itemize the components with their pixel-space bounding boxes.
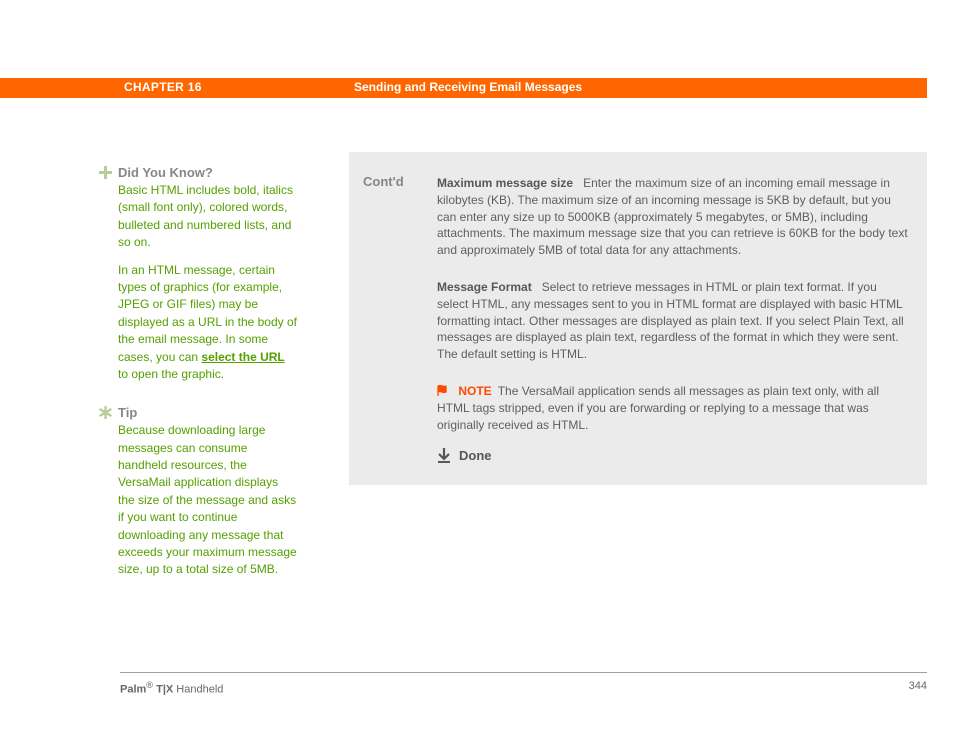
sidebar: Did You Know? Basic HTML includes bold, … — [98, 165, 298, 601]
entry-message-format: Message Format Select to retrieve messag… — [437, 279, 911, 363]
note-row: NOTEThe VersaMail application sends all … — [437, 383, 911, 433]
tip-paragraph: Because downloading large messages can c… — [118, 422, 298, 579]
entry-max-message-size: Maximum message size Enter the maximum s… — [437, 175, 911, 259]
chapter-label: CHAPTER 16 — [124, 80, 202, 94]
plus-icon — [98, 165, 112, 179]
entry-label: Message Format — [437, 280, 532, 294]
asterisk-icon — [98, 405, 112, 419]
flag-icon — [437, 385, 451, 397]
dyk-paragraph-1: Basic HTML includes bold, italics (small… — [118, 182, 298, 252]
did-you-know-title: Did You Know? — [118, 165, 213, 180]
note-text: The VersaMail application sends all mess… — [437, 384, 879, 432]
tip-title: Tip — [118, 405, 137, 420]
tip-block: Tip Because downloading large messages c… — [98, 405, 298, 579]
select-the-url-link[interactable]: select the URL — [201, 350, 284, 364]
entry-label: Maximum message size — [437, 176, 573, 190]
contd-label: Cont'd — [363, 174, 404, 189]
down-arrow-icon — [437, 448, 451, 464]
done-label: Done — [459, 447, 492, 465]
tip-body: Because downloading large messages can c… — [118, 422, 298, 579]
did-you-know-block: Did You Know? Basic HTML includes bold, … — [98, 165, 298, 383]
done-row: Done — [437, 447, 911, 465]
footer-product: Palm® T|X Handheld — [120, 680, 223, 696]
note-label: NOTE — [458, 384, 491, 398]
main-content-box: Cont'd Maximum message size Enter the ma… — [349, 152, 927, 485]
did-you-know-body: Basic HTML includes bold, italics (small… — [118, 182, 298, 383]
header-bar: CHAPTER 16 Sending and Receiving Email M… — [0, 78, 927, 98]
main-content: Maximum message size Enter the maximum s… — [437, 175, 911, 466]
dyk-paragraph-2: In an HTML message, certain types of gra… — [118, 262, 298, 384]
section-title: Sending and Receiving Email Messages — [354, 80, 582, 94]
footer-rule — [120, 672, 927, 673]
page-number: 344 — [909, 680, 927, 692]
page: CHAPTER 16 Sending and Receiving Email M… — [0, 0, 954, 738]
